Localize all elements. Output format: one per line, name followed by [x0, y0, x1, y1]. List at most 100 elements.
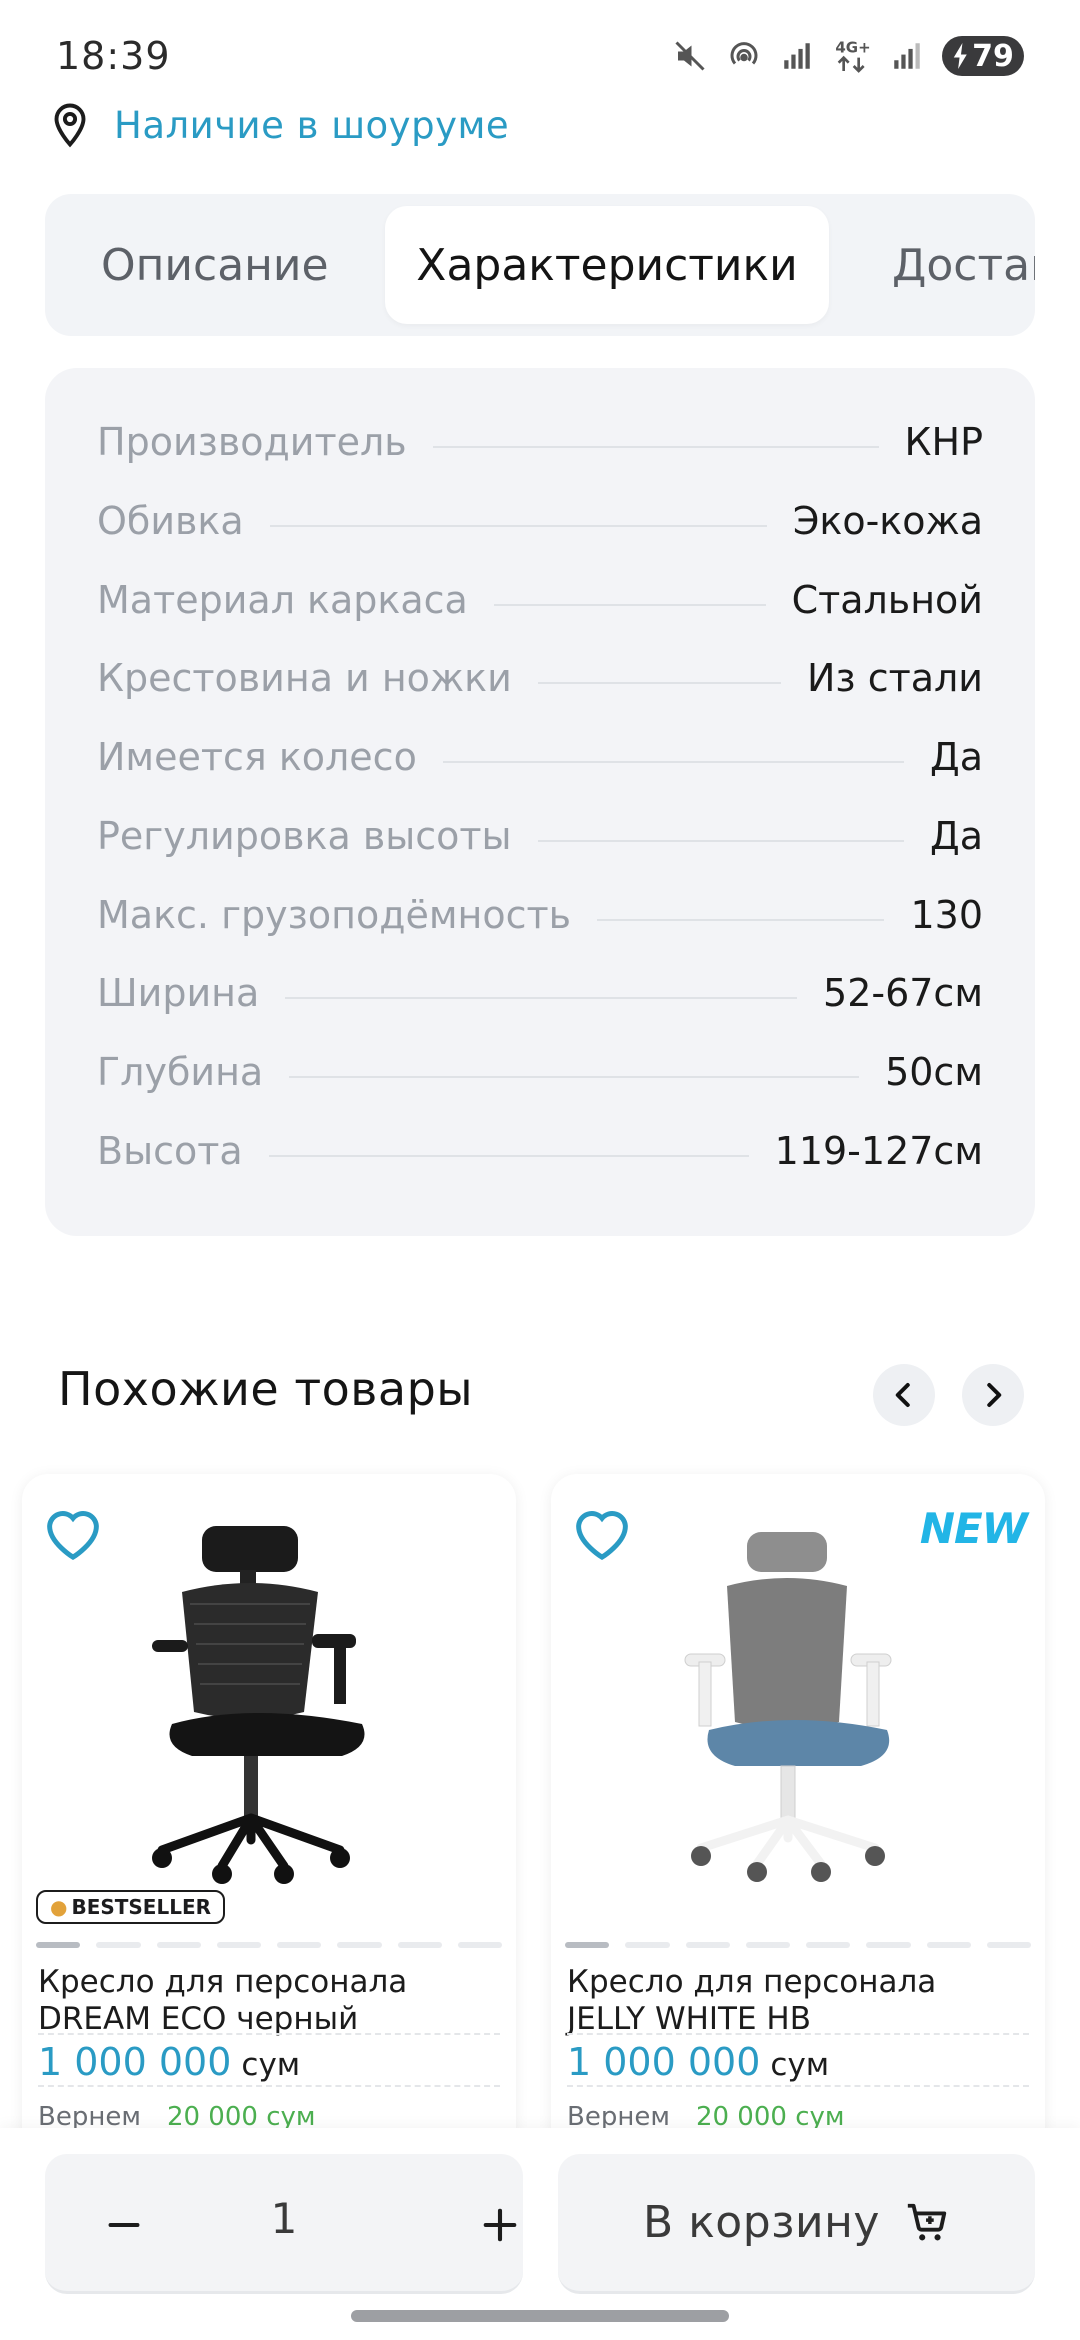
quantity-value: 1 — [270, 2194, 298, 2243]
divider — [38, 2085, 500, 2087]
bottom-action-bar: 1 В корзину — [0, 2128, 1080, 2340]
status-time: 18:39 — [56, 34, 171, 78]
add-to-cart-button[interactable]: В корзину — [558, 2154, 1035, 2294]
status-icons: 4G+ 79 — [672, 36, 1024, 76]
minus-icon — [108, 2223, 140, 2227]
slide-dot — [685, 1942, 730, 1948]
spec-value: 52-67см — [823, 971, 983, 1015]
spec-value: 119-127см — [774, 1129, 983, 1173]
spec-label: Высота — [97, 1129, 243, 1173]
spec-row: Крестовина и ножки Из стали — [97, 648, 983, 708]
mute-icon — [675, 41, 705, 71]
status-bar: 18:39 4G+ 79 — [0, 0, 1080, 110]
showroom-label: Наличие в шоуруме — [114, 103, 510, 147]
spec-value: Да — [930, 814, 983, 858]
increase-quantity-button[interactable] — [473, 2198, 527, 2252]
spec-label: Макс. грузоподёмность — [97, 893, 572, 937]
bestseller-badge: ● BESTSELLER — [36, 1890, 226, 1924]
slide-dot — [625, 1942, 670, 1948]
battery-level: 79 — [972, 38, 1014, 74]
spec-divider — [442, 761, 905, 763]
product-card[interactable]: ● BESTSELLER Кресло для персонала DREAM E… — [22, 1474, 516, 2174]
image-slide-indicator — [565, 1942, 1031, 1948]
cart-plus-icon — [907, 2203, 947, 2240]
spec-divider — [537, 840, 905, 842]
tab-characteristics[interactable]: Характеристики — [385, 206, 829, 324]
spec-row: Материал каркаса Стальной — [97, 570, 983, 630]
spec-row: Обивка Эко-кожа — [97, 491, 983, 551]
specs-card: Производитель КНР Обивка Эко-кожа Матери… — [45, 368, 1035, 1236]
badge-label: BESTSELLER — [71, 1895, 212, 1919]
spec-label: Крестовина и ножки — [97, 656, 512, 700]
spec-value: Из стали — [806, 656, 983, 700]
location-pin-icon — [54, 103, 86, 148]
new-badge: NEW — [919, 1504, 1028, 1553]
image-slide-indicator — [36, 1942, 502, 1948]
spec-label: Производитель — [97, 420, 407, 464]
decrease-quantity-button[interactable] — [97, 2198, 151, 2252]
spec-divider — [597, 919, 885, 921]
spec-value: КНР — [904, 420, 983, 464]
spec-divider — [285, 997, 798, 999]
spec-divider — [493, 604, 766, 606]
slide-dot — [397, 1942, 442, 1948]
product-card[interactable]: NEW Кресло для персонала JELLY WHITE HB … — [551, 1474, 1045, 2174]
product-price: 1 000 000 сум — [567, 2040, 829, 2084]
showroom-link[interactable]: Наличие в шоуруме — [52, 100, 509, 150]
price-value: 1 000 000 — [567, 2040, 761, 2084]
similar-prev-button[interactable] — [873, 1364, 935, 1426]
tab-delivery[interactable]: Доставка — [892, 206, 1035, 324]
fire-icon: ● — [50, 1895, 68, 1919]
spec-label: Материал каркаса — [97, 578, 468, 622]
spec-row: Ширина 52-67см — [97, 963, 983, 1023]
similar-products-title: Похожие товары — [58, 1362, 474, 1416]
battery-icon: 79 — [942, 36, 1024, 76]
product-name: Кресло для персонала JELLY WHITE HB — [567, 1964, 1027, 2038]
slide-dot — [866, 1942, 911, 1948]
spec-label: Обивка — [97, 499, 244, 543]
spec-label: Ширина — [97, 971, 260, 1015]
spec-row: Макс. грузоподёмность 130 — [97, 885, 983, 945]
favorite-heart-icon[interactable] — [40, 1500, 106, 1562]
slide-dot — [337, 1942, 382, 1948]
product-name-line: Кресло для персонала — [38, 1964, 408, 2000]
divider — [38, 2033, 500, 2035]
product-price: 1 000 000 сум — [38, 2040, 300, 2084]
slide-dot — [156, 1942, 201, 1948]
quantity-stepper: 1 — [45, 2154, 523, 2294]
spec-value: Стальной — [791, 578, 983, 622]
svg-text:4G+: 4G+ — [835, 39, 870, 57]
spec-row: Имеется колесо Да — [97, 727, 983, 787]
price-value: 1 000 000 — [38, 2040, 232, 2084]
product-name-line: Кресло для персонала — [567, 1964, 937, 2000]
similar-next-button[interactable] — [962, 1364, 1024, 1426]
slide-dot — [806, 1942, 851, 1948]
price-currency: сум — [241, 2047, 301, 2083]
spec-row: Регулировка высоты Да — [97, 806, 983, 866]
spec-value: Эко-кожа — [792, 499, 983, 543]
spec-divider — [289, 1076, 860, 1078]
chevron-right-icon — [987, 1383, 1002, 1407]
signal-icon-2 — [894, 43, 920, 69]
slide-dot — [36, 1942, 81, 1948]
spec-divider — [268, 1155, 749, 1157]
price-currency: сум — [770, 2047, 830, 2083]
slide-dot — [986, 1942, 1031, 1948]
add-to-cart-label: В корзину — [643, 2197, 880, 2248]
favorite-heart-icon[interactable] — [569, 1500, 635, 1562]
plus-icon — [483, 2208, 517, 2242]
spec-divider — [432, 446, 879, 448]
slide-dot — [216, 1942, 261, 1948]
slide-dot — [745, 1942, 790, 1948]
divider — [567, 2033, 1029, 2035]
hotspot-icon — [730, 42, 758, 65]
spec-value: 50см — [885, 1050, 983, 1094]
data-icon: 4G+ — [835, 39, 871, 73]
tab-description[interactable]: Описание — [101, 206, 329, 324]
slide-dot — [926, 1942, 971, 1948]
chevron-left-icon — [895, 1383, 910, 1407]
home-indicator[interactable] — [351, 2310, 729, 2322]
signal-icon — [784, 43, 810, 69]
spec-divider — [269, 525, 767, 527]
spec-value: 130 — [910, 893, 983, 937]
